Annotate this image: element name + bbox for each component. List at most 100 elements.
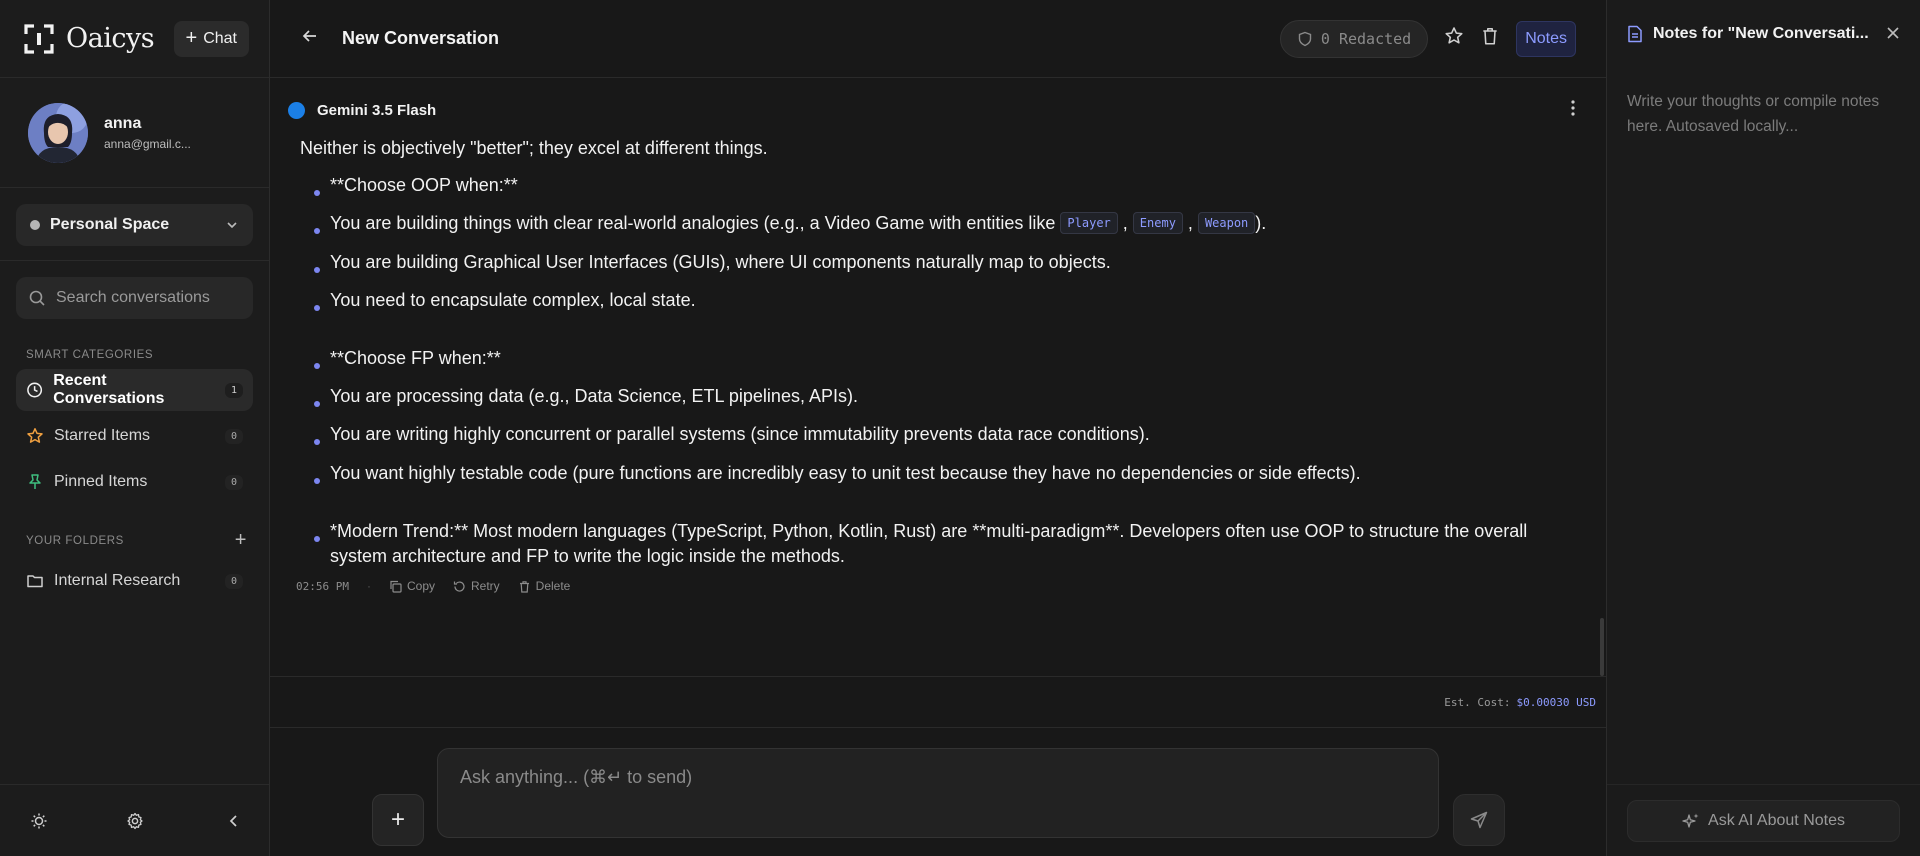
new-chat-button[interactable]: + Chat bbox=[173, 20, 249, 57]
folders-label: YOUR FOLDERS + bbox=[26, 529, 247, 552]
space-label: Personal Space bbox=[50, 216, 170, 233]
conversation-title: New Conversation bbox=[342, 28, 500, 48]
logo-icon bbox=[24, 23, 54, 54]
cost-value: $0.00030 USD bbox=[1516, 695, 1596, 709]
search-placeholder: Search conversations bbox=[56, 289, 210, 306]
cost-estimate: Est. Cost: $0.00030 USD bbox=[270, 676, 1606, 728]
code-weapon: Weapon bbox=[1197, 212, 1256, 235]
copy-icon bbox=[390, 580, 402, 593]
pin-icon bbox=[29, 474, 41, 489]
sidebar: Oaicys + Chat anna anna@gmail.c... Perso… bbox=[0, 0, 270, 856]
code-enemy: Enemy bbox=[1132, 212, 1183, 235]
code-player: Player bbox=[1060, 212, 1118, 235]
space-dot bbox=[30, 220, 40, 230]
cost-label: Est. Cost: bbox=[1444, 695, 1511, 709]
theme-toggle-icon[interactable] bbox=[28, 810, 50, 832]
ask-ai-button[interactable]: Ask AI About Notes bbox=[1627, 799, 1900, 842]
notes-panel: Notes for "New Conversati... Write your … bbox=[1606, 0, 1920, 856]
plus-icon: + bbox=[185, 26, 198, 49]
trash-icon[interactable] bbox=[1480, 26, 1500, 51]
message-timestamp: 02:56 PM bbox=[296, 579, 349, 593]
user-email: anna@gmail.c... bbox=[104, 136, 191, 151]
collapse-sidebar-icon[interactable] bbox=[223, 810, 245, 832]
list-item: **Choose OOP when:** bbox=[314, 173, 1586, 198]
list-item: You are building things with clear real-… bbox=[314, 211, 1586, 236]
folder-icon bbox=[27, 575, 43, 588]
sidebar-item-recent-conversations[interactable]: Recent Conversations 1 bbox=[16, 369, 253, 411]
sidebar-item-starred-items[interactable]: Starred Items 0 bbox=[16, 415, 253, 457]
count-badge: 0 bbox=[224, 573, 243, 589]
new-chat-label: Chat bbox=[203, 29, 237, 47]
count-badge: 0 bbox=[224, 428, 243, 444]
oop-list: **Choose OOP when:** You are building th… bbox=[290, 173, 1586, 313]
divider bbox=[0, 260, 269, 261]
sidebar-item-label: Recent Conversations bbox=[53, 372, 165, 407]
notes-header: Notes for "New Conversati... bbox=[1607, 0, 1920, 68]
delete-button[interactable]: Delete bbox=[518, 579, 570, 593]
space-selector[interactable]: Personal Space bbox=[16, 204, 253, 246]
user-name: anna bbox=[104, 114, 142, 132]
add-folder-icon[interactable]: + bbox=[235, 529, 247, 552]
retry-button[interactable]: Retry bbox=[453, 579, 500, 593]
notes-placeholder: Write your thoughts or compile notes her… bbox=[1627, 93, 1880, 135]
smart-categories-label: SMART CATEGORIES bbox=[26, 349, 154, 361]
list-item: You need to encapsulate complex, local s… bbox=[314, 288, 1586, 313]
retry-icon bbox=[453, 581, 465, 592]
message-input-placeholder: Ask anything... (⌘↵ to send) bbox=[460, 767, 693, 787]
notes-textarea[interactable]: Write your thoughts or compile notes her… bbox=[1607, 68, 1920, 162]
conversation-header: New Conversation 0 Redacted Notes bbox=[270, 0, 1606, 78]
composer: + Ask anything... (⌘↵ to send) bbox=[270, 748, 1606, 856]
model-indicator bbox=[288, 101, 305, 119]
sidebar-footer bbox=[0, 784, 269, 856]
close-icon[interactable] bbox=[1886, 23, 1900, 46]
shield-icon bbox=[1298, 31, 1312, 46]
scrollbar-thumb[interactable] bbox=[1600, 618, 1604, 676]
trend-list: *Modern Trend:** Most modern languages (… bbox=[290, 519, 1586, 569]
list-item: *Modern Trend:** Most modern languages (… bbox=[314, 519, 1586, 569]
sidebar-item-pinned-items[interactable]: Pinned Items 0 bbox=[16, 461, 253, 503]
search-icon bbox=[29, 290, 45, 306]
redacted-label: 0 Redacted bbox=[1320, 29, 1412, 48]
count-badge: 0 bbox=[224, 474, 243, 490]
message-input[interactable]: Ask anything... (⌘↵ to send) bbox=[437, 748, 1439, 838]
copy-button[interactable]: Copy bbox=[389, 579, 435, 593]
sidebar-item-label: Starred Items bbox=[54, 427, 151, 444]
document-icon bbox=[1628, 25, 1642, 43]
brand-name: Oaicys bbox=[66, 23, 155, 54]
message-intro: Neither is objectively "better"; they ex… bbox=[300, 138, 768, 158]
list-item: You are processing data (e.g., Data Scie… bbox=[314, 384, 1586, 409]
sparkles-icon bbox=[1682, 813, 1699, 828]
more-options-icon[interactable] bbox=[1570, 99, 1576, 122]
notes-footer: Ask AI About Notes bbox=[1607, 784, 1920, 856]
chevron-down-icon bbox=[227, 222, 237, 229]
star-icon bbox=[27, 428, 43, 443]
logo[interactable]: Oaicys bbox=[24, 23, 155, 54]
fp-list: **Choose FP when:** You are processing d… bbox=[290, 346, 1586, 486]
list-item: **Choose FP when:** bbox=[314, 346, 1586, 371]
header-actions: 0 Redacted Notes bbox=[1279, 19, 1576, 58]
trash-icon bbox=[519, 580, 529, 593]
attach-plus-button[interactable]: + bbox=[372, 794, 424, 846]
settings-gear-icon[interactable] bbox=[124, 810, 146, 832]
folder-label: Internal Research bbox=[54, 572, 181, 589]
notes-title: Notes for "New Conversati... bbox=[1653, 25, 1869, 42]
sidebar-item-label: Pinned Items bbox=[54, 473, 148, 490]
send-icon bbox=[1470, 811, 1488, 829]
search-input[interactable]: Search conversations bbox=[16, 277, 253, 319]
redacted-badge[interactable]: 0 Redacted bbox=[1279, 19, 1429, 58]
user-profile[interactable]: anna anna@gmail.c... bbox=[0, 78, 269, 188]
folder-item-internal-research[interactable]: Internal Research 0 bbox=[16, 560, 253, 602]
conversation-main: New Conversation 0 Redacted Notes Gemini… bbox=[270, 0, 1606, 856]
count-badge: 1 bbox=[224, 382, 243, 398]
sidebar-header: Oaicys + Chat bbox=[0, 0, 269, 78]
notes-toggle-button[interactable]: Notes bbox=[1516, 20, 1576, 57]
back-arrow-icon[interactable] bbox=[300, 26, 320, 52]
clock-icon bbox=[27, 382, 43, 398]
message-actions: 02:56 PM · Copy Retry Delete bbox=[296, 579, 571, 594]
avatar bbox=[28, 102, 88, 163]
assistant-message: Neither is objectively "better"; they ex… bbox=[270, 138, 1606, 682]
model-bar: Gemini 3.5 Flash bbox=[270, 78, 1606, 142]
model-name[interactable]: Gemini 3.5 Flash bbox=[317, 102, 436, 119]
star-icon[interactable] bbox=[1444, 26, 1464, 51]
send-button[interactable] bbox=[1453, 794, 1505, 846]
